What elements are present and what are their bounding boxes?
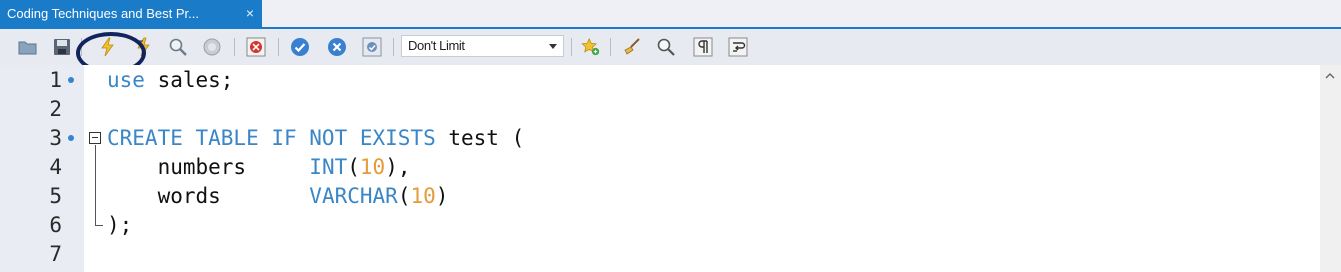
explain-magnifier-icon[interactable]	[168, 37, 188, 57]
tab-title: Coding Techniques and Best Pr...	[7, 6, 199, 21]
code-line: 3 CREATE TABLE IF NOT EXISTS test (	[0, 124, 1320, 153]
code-line: 2	[0, 95, 1320, 124]
code-token: words	[107, 184, 310, 208]
chevron-down-icon[interactable]	[549, 44, 557, 49]
vertical-scrollbar[interactable]	[1320, 65, 1341, 272]
line-number: 6	[49, 213, 62, 237]
number-token: 10	[410, 184, 436, 208]
statement-marker-icon[interactable]	[68, 77, 74, 83]
code-line: 6 );	[0, 211, 1320, 240]
line-number: 1	[49, 68, 62, 92]
wrap-icon[interactable]	[728, 37, 748, 57]
line-number: 4	[49, 155, 62, 179]
execute-lightning-icon[interactable]	[97, 37, 117, 57]
code-token: (	[397, 184, 411, 208]
toolbar-separator	[278, 38, 279, 56]
code-text: CREATE TABLE IF NOT EXISTS test (	[107, 124, 524, 153]
rollback-x-icon[interactable]	[327, 37, 347, 57]
code-text: );	[107, 211, 132, 240]
limit-rows-select[interactable]: Don't Limit	[401, 35, 564, 57]
code-token: test (	[435, 126, 525, 150]
beautify-broom-icon[interactable]	[622, 37, 642, 57]
line-number: 3	[49, 126, 62, 150]
keyword-token: CREATE TABLE IF NOT EXISTS	[107, 126, 436, 150]
toggle-error-icon[interactable]	[246, 37, 266, 57]
code-token: )	[435, 184, 449, 208]
keyword-token: use	[107, 68, 145, 92]
tab-strip: Coding Techniques and Best Pr... ×	[0, 0, 1341, 29]
line-number: 2	[49, 97, 62, 121]
code-line: 7	[0, 240, 1320, 269]
toolbar-separator	[610, 38, 611, 56]
toolbar-separator	[393, 38, 394, 56]
number-token: 10	[359, 155, 386, 179]
sql-editor-toolbar: Don't Limit	[0, 29, 1341, 65]
fold-guide-end	[95, 225, 103, 226]
limit-rows-value: Don't Limit	[408, 38, 465, 53]
save-icon[interactable]	[52, 37, 72, 57]
code-text: use sales;	[107, 66, 233, 95]
code-text: words VARCHAR(10)	[107, 182, 449, 211]
stop-icon[interactable]	[202, 37, 222, 57]
toolbar-separator	[234, 38, 235, 56]
code-text: numbers INT(10),	[107, 153, 411, 182]
sql-editor[interactable]: 1 use sales; 2 3 CREATE TABLE IF NOT EXI…	[0, 65, 1341, 272]
code-line: 4 numbers INT(10),	[0, 153, 1320, 182]
toolbar-separator	[571, 38, 572, 56]
line-number: 5	[49, 184, 62, 208]
line-number: 7	[49, 242, 62, 266]
commit-check-icon[interactable]	[290, 37, 310, 57]
keyword-token: VARCHAR	[309, 184, 398, 208]
fold-guide-line	[95, 145, 96, 225]
open-folder-icon[interactable]	[18, 37, 38, 57]
scroll-up-arrow-icon[interactable]	[1325, 71, 1335, 81]
bookmark-star-icon[interactable]	[581, 37, 601, 57]
keyword-token: INT	[309, 155, 348, 179]
execute-current-lightning-icon[interactable]	[134, 37, 154, 57]
code-token: sales;	[144, 68, 234, 92]
code-token: );	[107, 213, 133, 237]
code-token: ),	[385, 155, 411, 179]
close-icon[interactable]: ×	[243, 6, 257, 20]
code-line: 1 use sales;	[0, 66, 1320, 95]
autocommit-icon[interactable]	[362, 37, 382, 57]
fold-toggle-icon[interactable]	[89, 132, 101, 144]
find-icon[interactable]	[656, 37, 676, 57]
tab-query-editor[interactable]: Coding Techniques and Best Pr... ×	[0, 0, 262, 27]
code-line: 5 words VARCHAR(10)	[0, 182, 1320, 211]
statement-marker-icon[interactable]	[68, 135, 74, 141]
toolbar-separator	[81, 38, 82, 56]
code-token: (	[347, 155, 360, 179]
code-token: numbers	[107, 155, 310, 179]
invisible-chars-icon[interactable]	[693, 37, 713, 57]
